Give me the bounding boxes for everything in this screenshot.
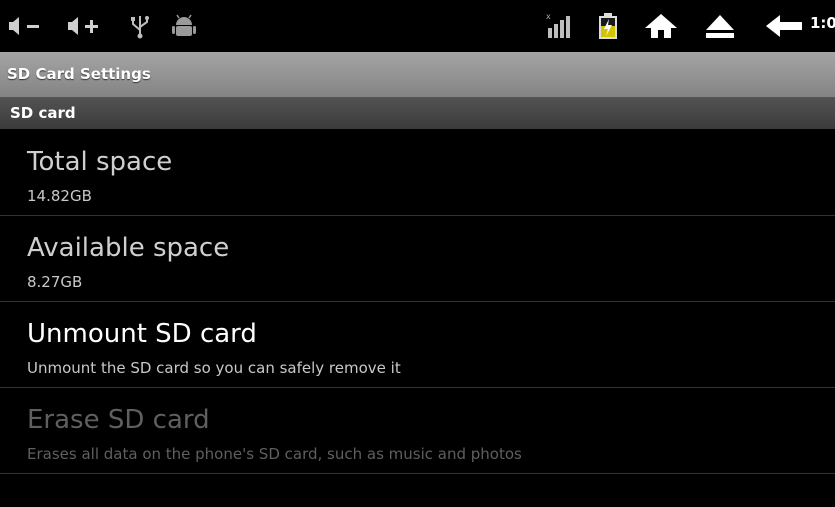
pref-title: Available space (27, 233, 230, 263)
pref-summary: Unmount the SD card so you can safely re… (27, 359, 401, 377)
title-bar: SD Card Settings (0, 52, 835, 98)
android-debug-icon (172, 14, 196, 36)
page-title: SD Card Settings (7, 65, 151, 83)
category-label: SD card (10, 104, 76, 122)
status-bar: x 1:00 (0, 0, 835, 52)
pref-total-space: Total space 14.82GB (0, 130, 835, 216)
battery-charging-icon (599, 13, 617, 39)
pref-summary: 8.27GB (27, 273, 83, 291)
pref-title: Erase SD card (27, 405, 210, 435)
pref-erase-sd-card[interactable]: Erase SD card Erases all data on the pho… (0, 388, 835, 474)
category-header: SD card (0, 98, 835, 129)
volume-up-icon[interactable] (66, 12, 106, 40)
pref-summary: Erases all data on the phone's SD card, … (27, 445, 522, 463)
pref-title: Total space (27, 147, 173, 177)
status-time: 1:00 (810, 14, 835, 32)
home-icon[interactable] (643, 12, 679, 40)
pref-available-space: Available space 8.27GB (0, 216, 835, 302)
usb-icon (131, 16, 149, 39)
svg-text:x: x (546, 12, 551, 21)
back-icon[interactable] (764, 12, 804, 40)
pref-unmount-sd-card[interactable]: Unmount SD card Unmount the SD card so y… (0, 302, 835, 388)
volume-down-icon[interactable] (7, 12, 43, 40)
pref-summary: 14.82GB (27, 187, 92, 205)
signal-icon: x (546, 12, 570, 38)
pref-title: Unmount SD card (27, 319, 257, 349)
eject-icon[interactable] (703, 12, 737, 40)
